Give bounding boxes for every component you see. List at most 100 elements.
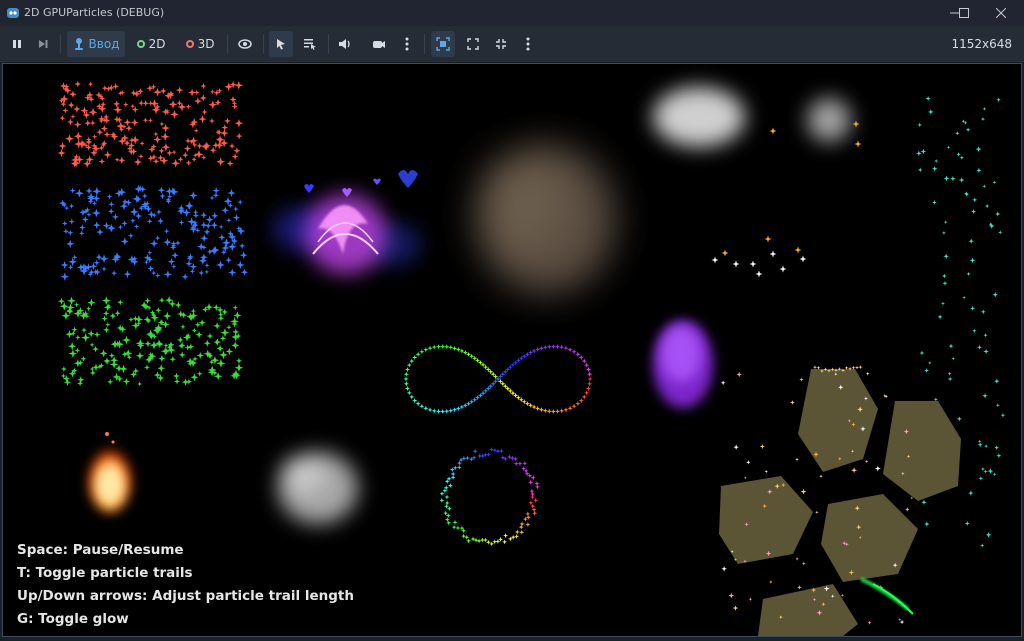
next-frame-button[interactable]	[32, 31, 54, 57]
cyan-particle	[954, 130, 960, 136]
cyan-particle	[977, 442, 983, 448]
text-particle	[102, 310, 110, 317]
mode-2d-button[interactable]: 2D	[131, 31, 171, 57]
purple-flame-particles	[653, 320, 713, 408]
text-particle	[144, 297, 151, 304]
rock-spark-particle	[867, 620, 872, 625]
keep-aspect-button[interactable]	[461, 31, 485, 57]
cyan-particle	[970, 208, 977, 215]
ring-particle	[472, 448, 478, 454]
godot-app-icon	[7, 8, 19, 18]
cyan-particle	[972, 197, 978, 203]
pause-button[interactable]	[6, 31, 28, 57]
text-particle	[171, 263, 177, 270]
text-particle	[60, 365, 67, 373]
embed-menu-button[interactable]	[519, 31, 537, 57]
trail-particle	[571, 349, 577, 355]
cyan-particle	[950, 175, 956, 182]
text-particle	[192, 209, 199, 216]
text-particle	[199, 94, 207, 102]
shrink-window-button[interactable]	[489, 31, 513, 57]
text-particle	[141, 193, 148, 199]
text-particle	[232, 305, 238, 311]
help-text-trail-length: Up/Down arrows: Adjust particle trail le…	[17, 588, 354, 604]
text-particle	[132, 194, 142, 204]
text-particle	[221, 206, 229, 215]
text-particle	[143, 259, 150, 265]
visibility-button[interactable]	[233, 31, 257, 57]
fullscreen-icon	[467, 38, 479, 50]
text-particle	[225, 256, 233, 264]
text-particle	[161, 320, 170, 329]
shrink-icon	[496, 39, 506, 49]
text-particle	[77, 376, 85, 384]
game-viewport[interactable]: Space: Pause/Resume T: Toggle particle t…	[2, 63, 1022, 637]
text-particle	[185, 103, 192, 110]
text-particle	[97, 115, 106, 123]
select-tool-button[interactable]	[269, 31, 293, 57]
text-particle	[61, 220, 68, 227]
text-particle	[200, 234, 209, 243]
cyan-particle	[992, 472, 997, 477]
text-particle	[237, 199, 244, 205]
text-particle	[135, 351, 145, 360]
input-mode-button[interactable]: Ввод	[67, 31, 125, 57]
rock-spark-particle	[840, 593, 844, 598]
ring-particle	[525, 522, 531, 528]
cyan-particle	[982, 392, 988, 399]
cyan-particle	[919, 350, 925, 356]
embed-game-button[interactable]	[431, 31, 455, 57]
close-button[interactable]	[978, 0, 1024, 26]
ring-particle	[486, 451, 492, 457]
text-particle	[157, 364, 166, 373]
text-particle	[198, 115, 207, 124]
ring-particle	[470, 536, 476, 542]
toolbar-separator	[424, 34, 425, 54]
text-particle	[161, 123, 170, 133]
joystick-icon	[74, 38, 83, 50]
text-particle	[112, 100, 121, 108]
text-particle	[143, 315, 151, 324]
camera-menu-button[interactable]	[398, 31, 416, 57]
text-particle	[163, 228, 170, 234]
text-particle	[117, 299, 124, 306]
text-particle	[157, 186, 166, 194]
text-particle	[139, 140, 145, 146]
trail-particle	[587, 376, 593, 382]
trail-particle	[587, 381, 593, 387]
rock-spark-particle	[795, 557, 799, 561]
text-particle	[110, 132, 119, 141]
text-particle	[92, 363, 100, 372]
text-particle	[109, 360, 119, 369]
trail-particle	[554, 343, 561, 350]
text-particle	[113, 105, 123, 115]
cyan-particle	[983, 348, 989, 355]
trail-particle	[423, 405, 429, 411]
text-particle	[135, 338, 145, 348]
text-particle	[138, 153, 144, 159]
text-particle	[216, 157, 226, 167]
mode-3d-button[interactable]: 3D	[180, 31, 220, 57]
text-particle	[229, 95, 237, 104]
trail-particle	[440, 343, 446, 350]
text-particle	[218, 224, 224, 230]
list-select-button[interactable]	[298, 31, 322, 57]
text-particle	[99, 349, 108, 358]
text-particle	[211, 212, 219, 220]
cyan-particle	[994, 445, 1000, 450]
text-particle	[205, 215, 214, 224]
trail-particle	[435, 343, 442, 350]
camera-override-button[interactable]	[367, 31, 391, 57]
text-particle	[103, 131, 111, 138]
cyan-particle	[975, 146, 982, 153]
ring-particle	[476, 538, 482, 544]
text-particle	[106, 193, 113, 200]
trail-particle	[431, 408, 437, 414]
cyan-particle	[932, 165, 938, 172]
text-particle	[201, 108, 208, 115]
text-particle	[142, 117, 149, 123]
audio-button[interactable]	[333, 31, 357, 57]
cyan-particle	[984, 203, 990, 209]
ring-particle	[531, 507, 537, 513]
text-particle	[146, 218, 153, 225]
